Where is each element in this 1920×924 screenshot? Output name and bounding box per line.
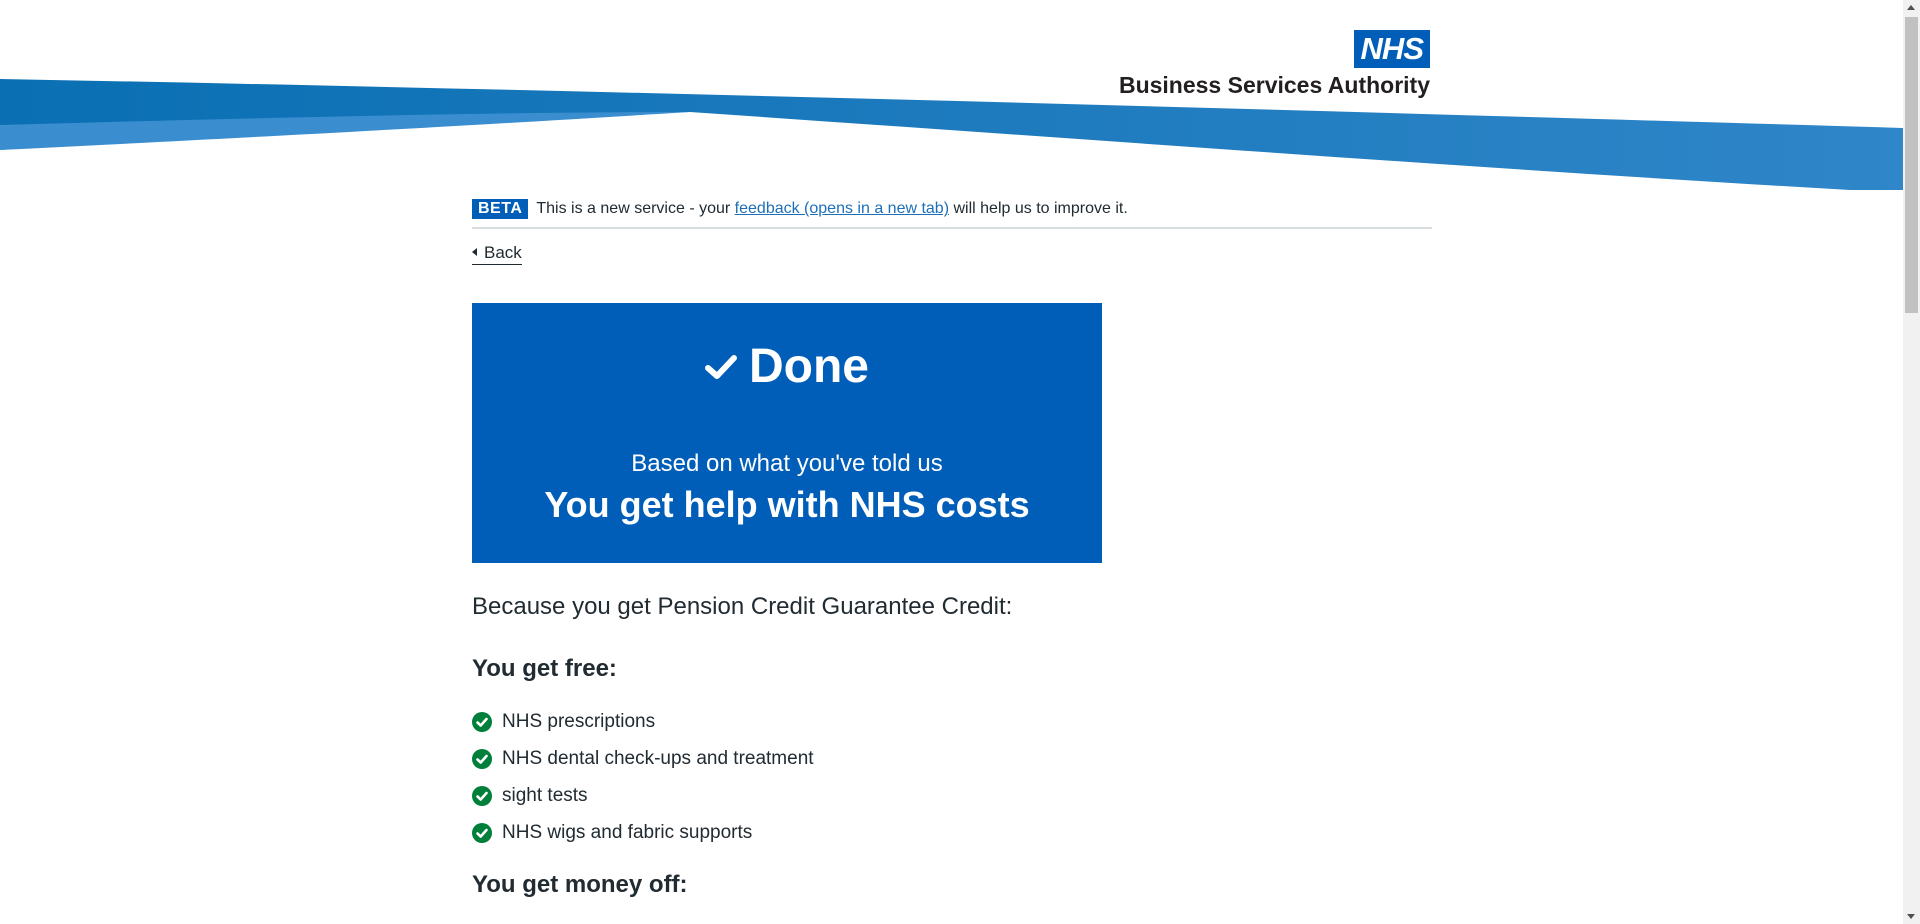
tick-circle-icon: [472, 785, 492, 806]
main-container: BETA This is a new service - your feedba…: [472, 199, 1432, 919]
scrollbar-thumb[interactable]: [1905, 17, 1918, 313]
phase-banner: BETA This is a new service - your feedba…: [472, 199, 1432, 229]
vertical-scrollbar[interactable]: [1903, 0, 1920, 924]
list-item-label: sight tests: [502, 784, 588, 806]
tick-circle-icon: [472, 748, 492, 769]
back-link[interactable]: Back: [472, 243, 522, 265]
chevron-left-icon: [472, 248, 477, 256]
intro-text: Because you get Pension Credit Guarantee…: [472, 593, 1013, 620]
list-item-label: NHS wigs and fabric supports: [502, 821, 753, 843]
feedback-link[interactable]: feedback (opens in a new tab): [735, 200, 949, 217]
confirmation-panel: Done Based on what you've told us You ge…: [472, 303, 1102, 563]
brand-name: Business Services Authority: [1118, 72, 1430, 98]
panel-title: Done: [472, 339, 1102, 394]
free-list: NHS prescriptions NHS dental check-ups a…: [472, 703, 1432, 851]
phase-banner-text-after: will help us to improve it.: [953, 200, 1128, 217]
list-item: sight tests: [472, 777, 1432, 814]
list-item: NHS wigs and fabric supports: [472, 814, 1432, 851]
panel-result: You get help with NHS costs: [544, 484, 1030, 525]
checkmark-icon: [705, 354, 737, 379]
list-item: NHS prescriptions: [472, 703, 1432, 740]
nhsbsa-logo[interactable]: NHS Business Services Authority: [1119, 30, 1430, 99]
tick-circle-icon: [472, 822, 492, 843]
tick-circle-icon: [472, 711, 492, 732]
panel-title-text: Done: [749, 340, 869, 393]
scroll-down-arrow-icon[interactable]: [1907, 914, 1915, 919]
free-heading: You get free:: [472, 655, 617, 682]
phase-banner-text-before: This is a new service - your: [536, 200, 731, 217]
phase-banner-text: This is a new service - your feedback (o…: [536, 200, 1127, 218]
back-link-label: Back: [484, 243, 522, 262]
money-off-heading: You get money off:: [472, 871, 688, 898]
panel-subtitle: Based on what you've told us: [631, 450, 943, 477]
page: NHS Business Services Authority BETA Thi…: [0, 0, 1920, 924]
list-item: NHS dental check-ups and treatment: [472, 740, 1432, 777]
scroll-up-arrow-icon[interactable]: [1907, 5, 1915, 10]
header-swoosh-graphic: [0, 79, 1903, 190]
nhs-logo: NHS: [1353, 30, 1430, 68]
beta-tag: BETA: [472, 199, 529, 219]
list-item-label: NHS prescriptions: [502, 710, 656, 732]
list-item-label: NHS dental check-ups and treatment: [502, 747, 814, 769]
